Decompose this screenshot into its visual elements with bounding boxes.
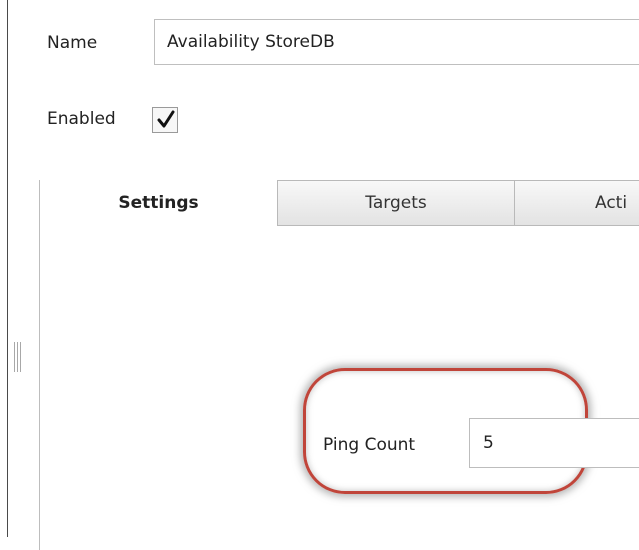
enabled-label: Enabled xyxy=(47,109,116,129)
ping-count-input[interactable] xyxy=(469,418,639,468)
name-input[interactable] xyxy=(154,19,639,65)
grip-line xyxy=(17,342,18,372)
name-label: Name xyxy=(47,33,98,53)
enabled-checkbox[interactable] xyxy=(152,107,178,133)
grip-line xyxy=(14,342,15,372)
tab-targets[interactable]: Targets xyxy=(277,180,515,226)
window-left-border xyxy=(7,0,8,537)
ping-count-label: Ping Count xyxy=(323,435,416,455)
checkmark-icon xyxy=(157,110,175,128)
grip-line xyxy=(20,342,21,372)
tab-settings[interactable]: Settings xyxy=(40,180,277,226)
tab-actions[interactable]: Acti xyxy=(515,180,639,226)
splitter-grip-icon[interactable] xyxy=(14,342,24,372)
tab-panel xyxy=(39,180,639,550)
